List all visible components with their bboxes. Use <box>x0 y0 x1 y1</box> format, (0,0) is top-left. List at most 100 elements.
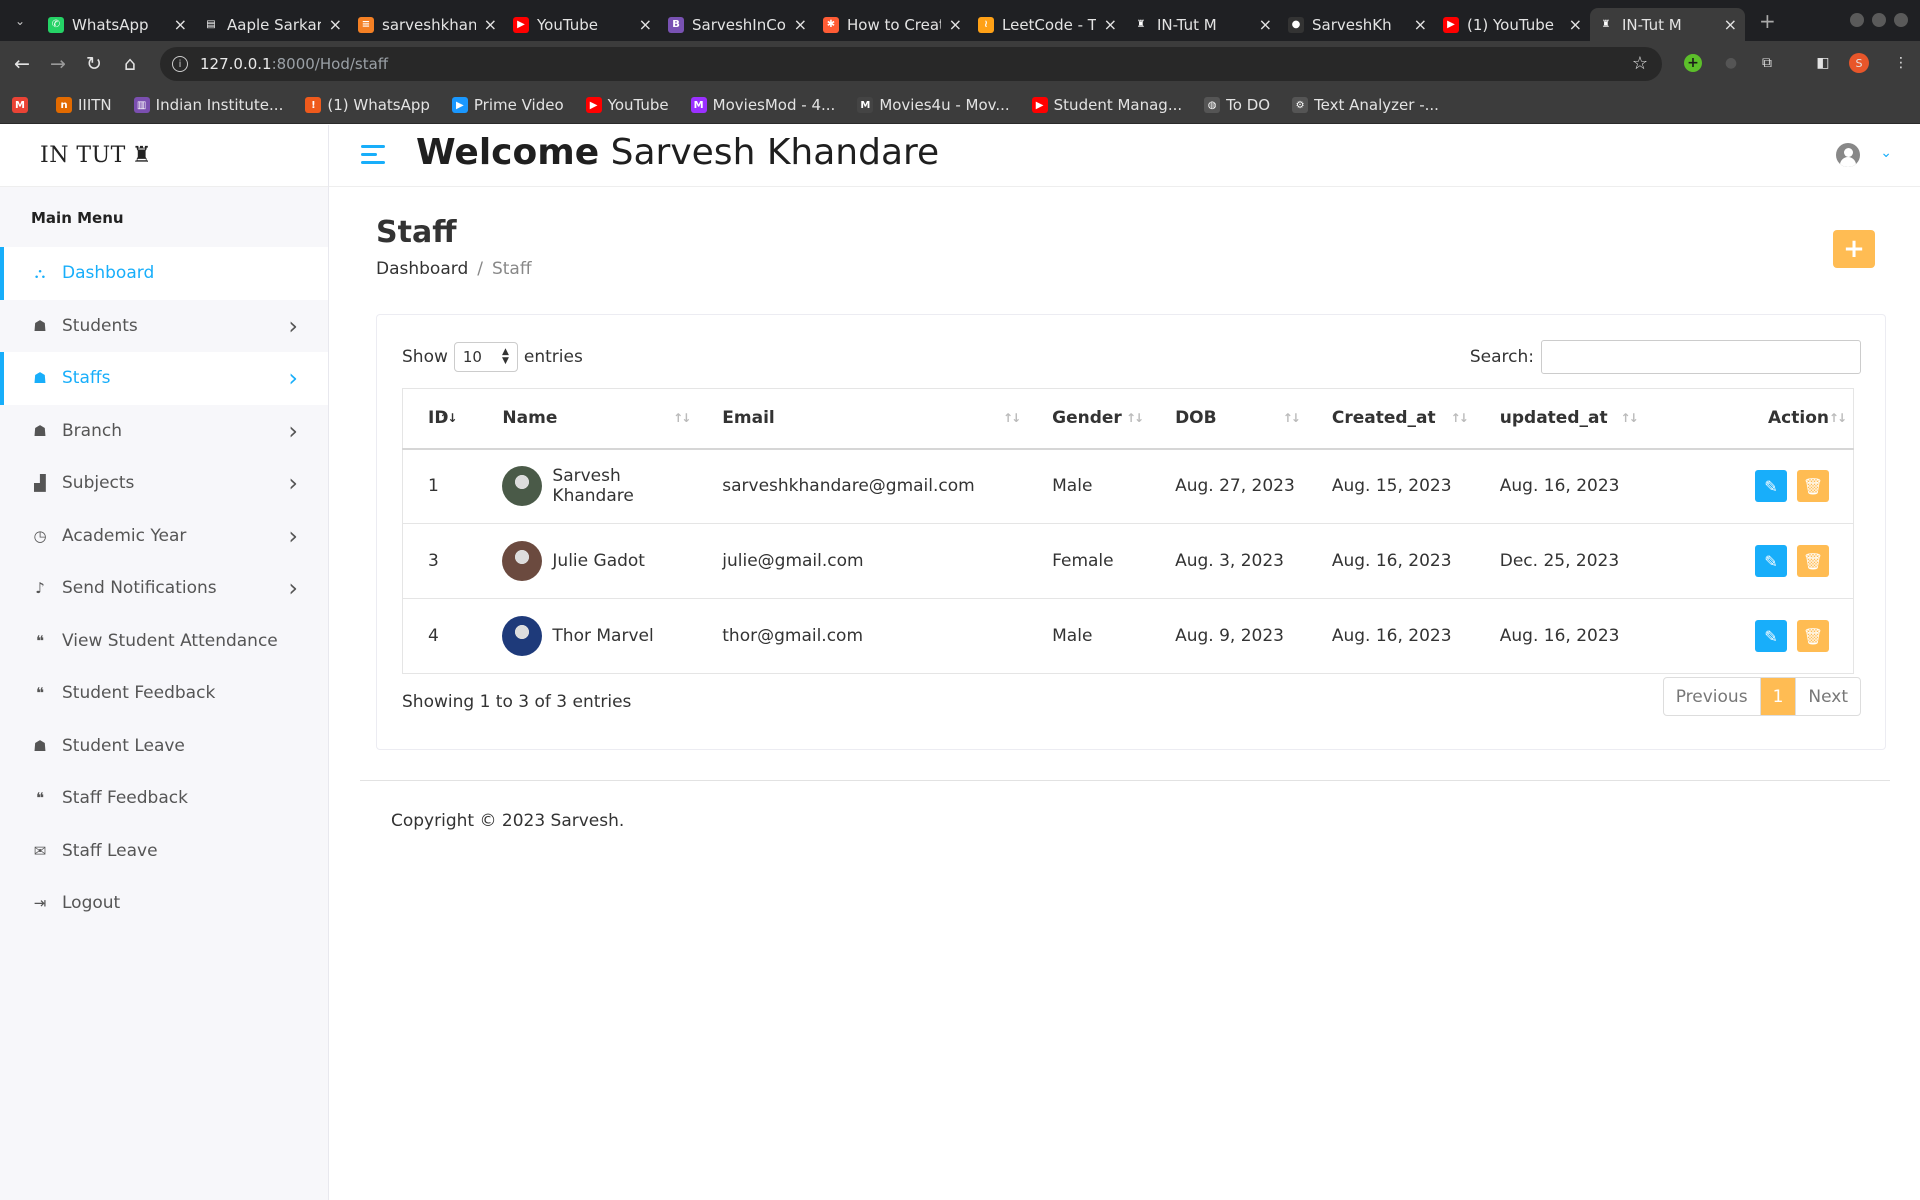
logo[interactable]: IN TUT ♜ <box>0 125 328 187</box>
tab-close-icon[interactable]: × <box>1724 15 1737 34</box>
sidebar-item-branch[interactable]: ☗ Branch › <box>0 405 328 458</box>
tab-close-icon[interactable]: × <box>1569 15 1582 34</box>
user-avatar-icon[interactable] <box>1836 143 1860 167</box>
home-icon[interactable]: ⌂ <box>112 46 148 82</box>
edit-button[interactable]: ✎ <box>1755 470 1787 503</box>
browser-tab[interactable]: ≡ sarveshkhandare × <box>350 8 505 41</box>
profile-avatar[interactable]: S <box>1849 53 1869 73</box>
comments-icon: ❝ <box>35 631 45 650</box>
browser-tab[interactable]: ≀ LeetCode - The × <box>970 8 1125 41</box>
sort-arrows-icon[interactable]: ↑↓ <box>1451 411 1469 425</box>
browser-tab[interactable]: ♜ IN-Tut M × <box>1590 8 1745 41</box>
sidebar-item-staffs[interactable]: ☗ Staffs › <box>0 352 328 405</box>
bookmark-item[interactable]: M Movies4u - Mov... <box>857 96 1010 114</box>
back-arrow-icon[interactable]: ← <box>4 46 40 82</box>
new-tab-button[interactable]: + <box>1759 9 1776 33</box>
browser-tab[interactable]: ✆ WhatsApp × <box>40 8 195 41</box>
browser-tab[interactable]: B SarveshInCode × <box>660 8 815 41</box>
browser-tab[interactable]: ▤ Aaple Sarkar × <box>195 8 350 41</box>
search-input[interactable] <box>1541 340 1861 374</box>
delete-button[interactable]: 🗑︎ <box>1797 470 1829 503</box>
bookmark-item[interactable]: M MoviesMod - 4... <box>690 96 835 114</box>
breadcrumb-dashboard-link[interactable]: Dashboard <box>376 259 468 279</box>
extensions-puzzle-icon[interactable]: ⧉ <box>1756 52 1778 74</box>
sidebar-item-staff-leave[interactable]: ✉ Staff Leave <box>0 825 328 878</box>
column-header-created-at[interactable]: Created_at ↑↓ <box>1306 388 1475 450</box>
add-staff-button[interactable]: + <box>1833 230 1875 268</box>
bookmark-item[interactable]: n IIITN <box>56 96 112 114</box>
browser-tab[interactable]: ▶ YouTube × <box>505 8 660 41</box>
bookmark-item[interactable]: ▥ Indian Institute... <box>133 96 283 114</box>
table-body: 1 Sarvesh Khandare sarveshkhandare@gmail.c… <box>402 448 1854 674</box>
tab-close-icon[interactable]: × <box>329 15 342 34</box>
delete-button[interactable]: 🗑︎ <box>1797 545 1829 577</box>
tab-search-chevron-icon[interactable]: ⌄ <box>0 0 40 41</box>
sidebar-item-dashboard[interactable]: ⛬ Dashboard <box>0 247 328 300</box>
pagination-next[interactable]: Next <box>1795 678 1860 715</box>
site-info-icon[interactable]: i <box>172 56 188 72</box>
pagination-page-1[interactable]: 1 <box>1760 678 1796 715</box>
sidebar-item-subjects[interactable]: ▟ Subjects › <box>0 457 328 510</box>
chevron-down-icon[interactable]: ⌄ <box>1880 145 1892 161</box>
tab-close-icon[interactable]: × <box>174 15 187 34</box>
minimize-button[interactable] <box>1850 13 1864 27</box>
bookmark-item[interactable]: ◍ To DO <box>1204 96 1270 114</box>
hamburger-menu-icon[interactable] <box>361 145 385 169</box>
browser-tab[interactable]: ● SarveshKh × <box>1280 8 1435 41</box>
sidebar-item-academic-year[interactable]: ◷ Academic Year › <box>0 510 328 563</box>
browser-tab[interactable]: ▶ (1) YouTube × <box>1435 8 1590 41</box>
side-panel-icon[interactable]: ◧ <box>1812 52 1834 74</box>
extension-dark-icon[interactable]: ● <box>1720 52 1742 74</box>
sort-arrows-icon[interactable]: ↑↓ <box>1621 411 1639 425</box>
column-header-dob[interactable]: DOB ↑↓ <box>1150 388 1307 450</box>
forward-arrow-icon[interactable]: → <box>40 46 76 82</box>
column-header-id[interactable]: ID ↑↓ <box>402 388 478 450</box>
tab-close-icon[interactable]: × <box>949 15 962 34</box>
browser-tab[interactable]: ✱ How to Create × <box>815 8 970 41</box>
address-bar[interactable]: i 127.0.0.1:8000/Hod/staff ☆ <box>160 47 1662 81</box>
bookmark-item[interactable]: ▶ YouTube <box>585 96 669 114</box>
extension-plus-icon[interactable]: + <box>1684 54 1702 72</box>
tab-close-icon[interactable]: × <box>1259 15 1272 34</box>
sidebar-item-view-student-attendance[interactable]: ❝ View Student Attendance <box>0 615 328 668</box>
bookmarks-bar: Mn IIITN ▥ Indian Institute... ! (1) WhatsApp… <box>0 87 1920 124</box>
bookmark-item[interactable]: ▶ Prime Video <box>451 96 564 114</box>
sidebar-item-staff-feedback[interactable]: ❝ Staff Feedback <box>0 772 328 825</box>
tab-close-icon[interactable]: × <box>1414 15 1427 34</box>
close-window-button[interactable] <box>1894 13 1908 27</box>
column-header-email[interactable]: Email ↑↓ <box>697 388 1028 450</box>
sidebar-item-student-leave[interactable]: ☗ Student Leave <box>0 720 328 773</box>
sort-arrows-icon[interactable]: ↑↓ <box>1283 411 1301 425</box>
pagination-previous[interactable]: Previous <box>1664 678 1761 715</box>
sidebar-item-send-notifications[interactable]: ♪ Send Notifications › <box>0 562 328 615</box>
sort-arrows-icon[interactable]: ↑↓ <box>673 411 691 425</box>
entries-select[interactable]: 10 ▲ ▼ <box>453 342 518 372</box>
column-header-action[interactable]: Action ↑↓ <box>1644 388 1854 450</box>
tab-close-icon[interactable]: × <box>1104 15 1117 34</box>
bookmark-item[interactable]: M <box>12 97 34 113</box>
browser-tab[interactable]: ♜ IN-Tut M × <box>1125 8 1280 41</box>
bookmark-item[interactable]: ▶ Student Manag... <box>1031 96 1182 114</box>
column-header-updated-at[interactable]: updated_at ↑↓ <box>1474 388 1645 450</box>
tab-close-icon[interactable]: × <box>794 15 807 34</box>
tab-close-icon[interactable]: × <box>639 15 652 34</box>
delete-button[interactable]: 🗑︎ <box>1797 620 1829 652</box>
bookmark-item[interactable]: ! (1) WhatsApp <box>305 96 430 114</box>
column-header-name[interactable]: Name ↑↓ <box>477 388 698 450</box>
sidebar-item-student-feedback[interactable]: ❝ Student Feedback <box>0 667 328 720</box>
bookmark-item[interactable]: ⚙ Text Analyzer -... <box>1292 96 1439 114</box>
bookmark-star-icon[interactable]: ☆ <box>1632 53 1648 74</box>
sidebar-item-students[interactable]: ☗ Students › <box>0 300 328 353</box>
reload-icon[interactable]: ↻ <box>76 46 112 82</box>
edit-button[interactable]: ✎ <box>1755 620 1787 652</box>
edit-button[interactable]: ✎ <box>1755 545 1787 577</box>
browser-menu-icon[interactable]: ⋮ <box>1890 52 1912 74</box>
sort-arrows-icon[interactable]: ↑↓ <box>1829 411 1847 425</box>
tab-close-icon[interactable]: × <box>484 15 497 34</box>
sort-arrows-icon[interactable]: ↑↓ <box>1126 411 1144 425</box>
column-header-gender[interactable]: Gender ↑↓ <box>1027 388 1151 450</box>
maximize-button[interactable] <box>1872 13 1886 27</box>
sort-arrows-icon[interactable]: ↑↓ <box>1003 411 1021 425</box>
sort-arrows-icon[interactable]: ↑↓ <box>439 411 457 425</box>
sidebar-item-logout[interactable]: ⇥ Logout <box>0 877 328 930</box>
